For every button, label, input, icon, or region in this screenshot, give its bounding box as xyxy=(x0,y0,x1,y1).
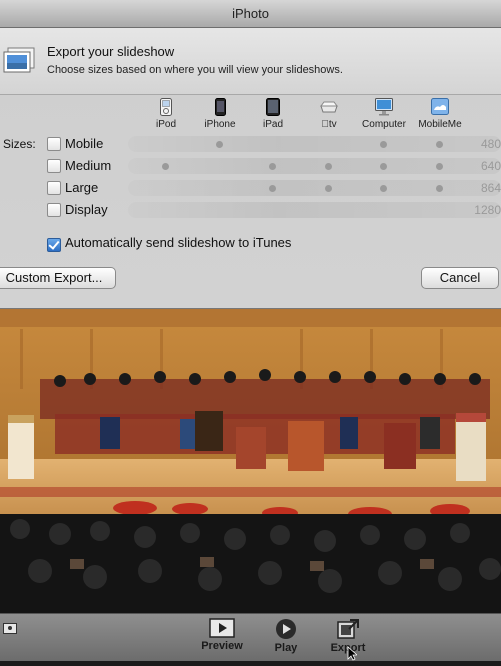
mouse-cursor-icon xyxy=(347,646,359,666)
computer-icon xyxy=(375,98,393,116)
custom-export-button[interactable]: Custom Export... xyxy=(0,267,116,289)
auto-send-checkbox[interactable] xyxy=(47,238,61,252)
medium-checkbox[interactable] xyxy=(47,159,61,173)
mobileme-icon xyxy=(431,98,449,115)
window-title: iPhoto xyxy=(0,0,501,28)
sheet-subtitle: Choose sizes based on where you will vie… xyxy=(47,64,343,76)
preview-icon xyxy=(209,618,235,638)
apple-tv-label-text: tv xyxy=(325,119,337,130)
play-button[interactable]: Play xyxy=(256,618,316,654)
device-mobileme: MobileMe xyxy=(405,98,475,130)
play-label: Play xyxy=(274,642,298,654)
export-sheet: Export your slideshow Choose sizes based… xyxy=(0,28,501,309)
slideshow-export-icon xyxy=(2,46,36,74)
slideshow-preview-image xyxy=(0,309,501,613)
apple-tv-dot xyxy=(325,185,332,192)
large-checkbox[interactable] xyxy=(47,181,61,195)
slideshow-thumbnail-icon[interactable] xyxy=(3,622,17,640)
cancel-button[interactable]: Cancel xyxy=(421,267,499,289)
size-track-mobile xyxy=(128,136,501,152)
size-row-medium: Medium 640 xyxy=(0,155,501,177)
size-row-large: Large 864 xyxy=(0,177,501,199)
size-row-mobile: Mobile 480 xyxy=(0,133,501,155)
play-icon xyxy=(276,619,296,639)
size-value-medium: 640 xyxy=(480,159,501,173)
size-value-mobile: 480 xyxy=(480,137,501,151)
ipad-icon xyxy=(266,98,280,116)
iphone-dot xyxy=(216,141,223,148)
size-label-mobile: Mobile xyxy=(65,136,104,151)
mobileme-dot xyxy=(436,141,443,148)
ipad-dot xyxy=(269,163,276,170)
mobileme-dot xyxy=(436,163,443,170)
sheet-header: Export your slideshow Choose sizes based… xyxy=(0,28,501,95)
auto-send-row: Automatically send slideshow to iTunes xyxy=(0,234,501,252)
computer-dot xyxy=(380,141,387,148)
device-label-mobileme: MobileMe xyxy=(418,119,462,130)
apple-tv-icon xyxy=(320,101,338,113)
size-value-display: 1280 xyxy=(474,203,501,217)
ipod-dot xyxy=(162,163,169,170)
sheet-title: Export your slideshow xyxy=(47,44,175,59)
apple-tv-dot xyxy=(325,163,332,170)
size-track-medium xyxy=(128,158,501,174)
size-row-display: Display 1280 xyxy=(0,199,501,221)
bottom-toolbar: Preview Play Export xyxy=(0,613,501,661)
mobile-checkbox[interactable] xyxy=(47,137,61,151)
computer-dot xyxy=(380,185,387,192)
display-checkbox[interactable] xyxy=(47,203,61,217)
ipad-dot xyxy=(269,185,276,192)
size-label-medium: Medium xyxy=(65,158,112,173)
iphone-icon xyxy=(214,98,226,116)
ipod-icon xyxy=(160,98,172,116)
size-value-large: 864 xyxy=(480,181,501,195)
auto-send-label: Automatically send slideshow to iTunes xyxy=(65,235,292,250)
size-label-display: Display xyxy=(65,202,108,217)
size-label-large: Large xyxy=(65,180,99,195)
mobileme-dot xyxy=(436,185,443,192)
size-track-large xyxy=(128,180,501,196)
preview-button[interactable]: Preview xyxy=(192,618,252,652)
computer-dot xyxy=(380,163,387,170)
size-track-display xyxy=(128,202,501,218)
export-icon xyxy=(337,619,359,639)
preview-label: Preview xyxy=(201,640,243,652)
